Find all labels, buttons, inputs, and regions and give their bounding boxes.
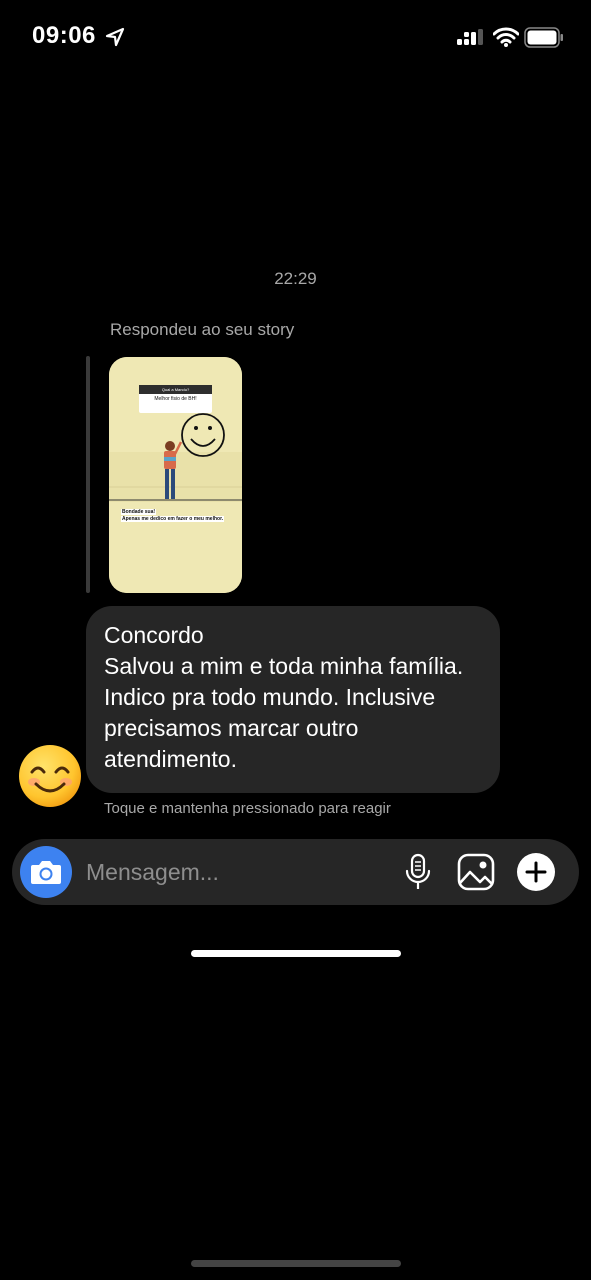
message-timestamp: 22:29 [274,269,317,288]
reaction-hint: Toque e mantenha pressionado para reagir [104,800,391,817]
reply-indicator-bar [86,356,90,593]
location-arrow-icon [105,27,125,47]
add-icon[interactable] [516,852,556,892]
home-indicator-secondary[interactable] [191,1260,401,1267]
microphone-icon[interactable] [402,852,434,892]
home-indicator[interactable] [191,950,401,957]
story-question-heading: Qual a Mandu? [139,385,212,394]
cellular-signal-icon [457,29,483,45]
message-line: atendimento. [104,746,237,772]
message-line: Indico pra todo mundo. Inclusive [104,684,436,710]
wifi-icon [493,27,519,47]
status-time: 09:06 [32,22,96,49]
battery-icon [524,27,563,48]
smiling-face-emoji-icon [19,745,81,807]
story-answer-text: Melhor fisio de BH! [154,396,197,402]
story-caption-line2: Apenas me dedico em fazer o meu melhor. [121,516,225,522]
gallery-icon[interactable] [456,852,496,892]
message-line: Concordo [104,622,204,648]
message-line: precisamos marcar outro [104,715,359,741]
story-reply-note: Respondeu ao seu story [110,320,295,339]
story-caption-line1: Bondade sua! [121,509,157,515]
message-text: Concordo Salvou a mim e toda minha famíl… [104,620,496,775]
message-input[interactable] [86,854,386,890]
camera-icon [31,861,61,884]
camera-button[interactable] [20,846,72,898]
story-question-box: Qual a Mandu? Melhor fisio de BH! [139,385,212,413]
story-caption: Bondade sua! Apenas me dedico em fazer o… [121,509,225,523]
message-line: Salvou a mim e toda minha família. [104,653,464,679]
story-thumbnail[interactable]: Qual a Mandu? Melhor fisio de BH! Bondad… [109,357,242,593]
